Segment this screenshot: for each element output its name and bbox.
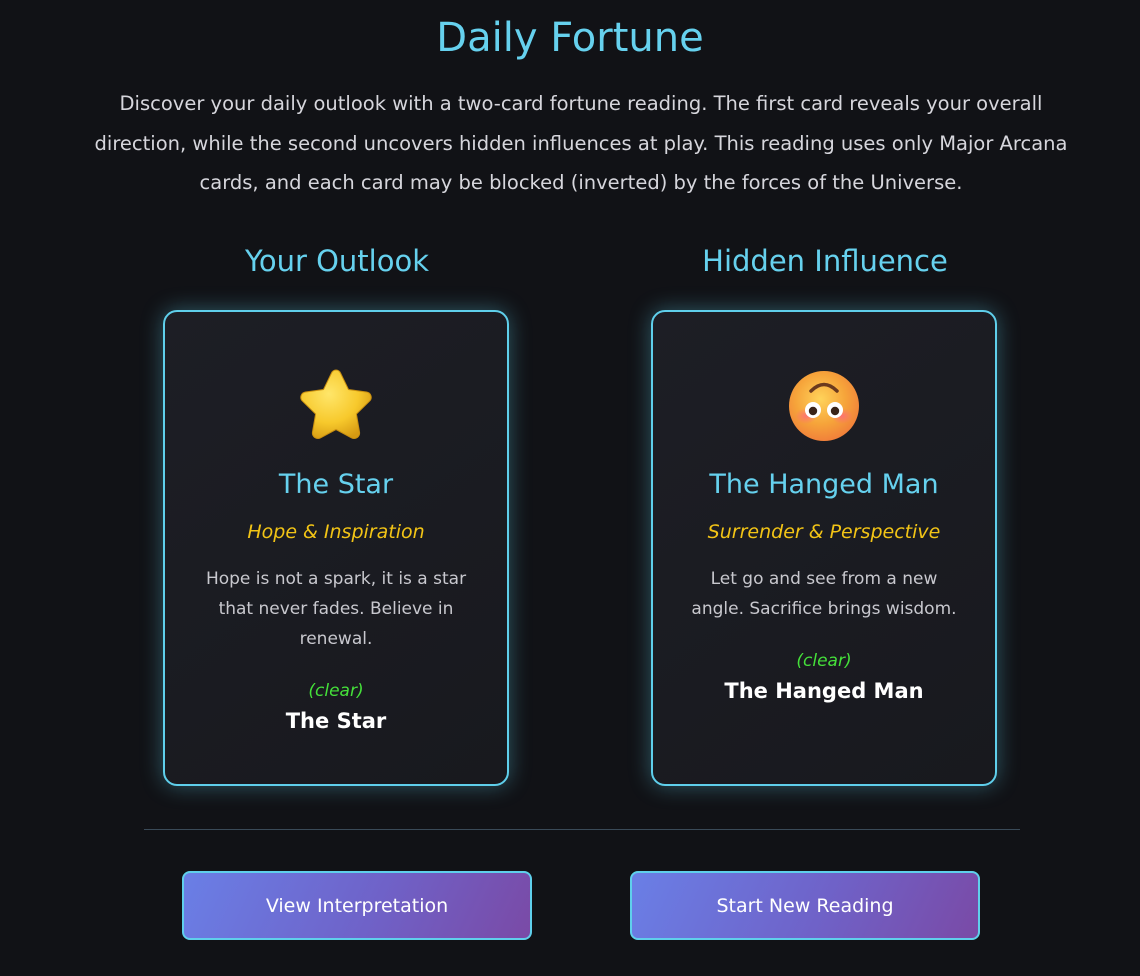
hidden-influence-heading: Hidden Influence	[702, 244, 948, 278]
card-status: (clear)	[308, 681, 364, 701]
card-result: The Hanged Man	[724, 679, 924, 703]
card-status: (clear)	[796, 651, 852, 671]
card-message: Hope is not a spark, it is a star that n…	[205, 569, 467, 649]
card-keywords: Surrender & Perspective	[707, 521, 941, 543]
star-emoji-icon	[165, 364, 507, 448]
start-new-reading-button[interactable]: Start New Reading	[630, 871, 980, 940]
card-message: Let go and see from a new angle. Sacrifi…	[691, 569, 957, 619]
section-divider	[144, 829, 1020, 830]
card-keywords: Hope & Inspiration	[247, 521, 425, 543]
page-title: Daily Fortune	[436, 15, 704, 61]
card-name: The Hanged Man	[709, 469, 939, 500]
hidden-influence-card[interactable]: The Hanged Man Surrender & Perspective L…	[651, 310, 997, 786]
page-intro: Discover your daily outlook with a two-c…	[94, 92, 1068, 194]
fortune-page: Daily Fortune Discover your daily outloo…	[0, 0, 1140, 976]
upside-down-face-emoji-icon	[653, 364, 995, 448]
card-result: The Star	[285, 709, 387, 733]
outlook-card[interactable]: The Star Hope & Inspiration Hope is not …	[163, 310, 509, 786]
card-name: The Star	[278, 469, 394, 500]
view-interpretation-button[interactable]: View Interpretation	[182, 871, 532, 940]
outlook-heading: Your Outlook	[244, 244, 430, 278]
